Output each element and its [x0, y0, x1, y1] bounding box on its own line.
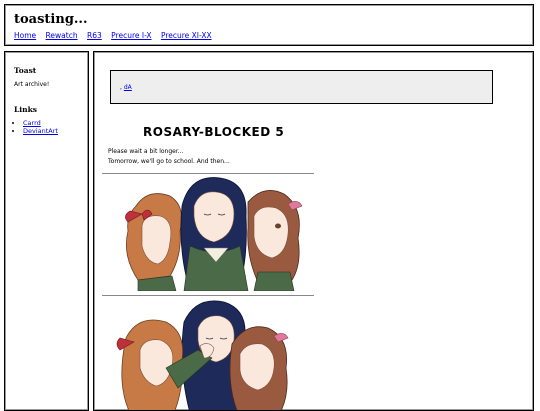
nav-precure-1-10-link[interactable]: Precure I-X [111, 31, 151, 40]
sidebar: Toast Art archive! Links Carrd DeviantAr… [4, 51, 89, 411]
nav-rewatch-link[interactable]: Rewatch [46, 31, 78, 40]
list-item: Carrd [23, 119, 58, 127]
comic-caption-line2: Tomorrow, we'll go to school. And then..… [108, 158, 230, 165]
deviantart-link[interactable]: DeviantArt [23, 127, 58, 135]
info-box: , dA [110, 70, 493, 104]
girl-right-illustration [229, 326, 289, 410]
girl-left-illustration [125, 193, 183, 291]
comic-panel-2 [116, 300, 289, 410]
main-nav: Home Rewatch R63 Precure I-X Precure XI-… [14, 31, 219, 40]
panel-divider [102, 295, 314, 296]
comic-panel-1 [125, 177, 303, 291]
nav-r63-link[interactable]: R63 [87, 31, 102, 40]
sidebar-description: Art archive! [14, 81, 50, 88]
girl-right-illustration [247, 190, 303, 291]
da-link[interactable]: dA [124, 84, 132, 91]
girl-middle-illustration [180, 177, 249, 291]
comic-caption-line1: Please wait a bit longer... [108, 148, 184, 155]
main-content: , dA ROSARY-BLOCKED 5 Please wait a bit … [93, 51, 534, 411]
site-header: toasting... Home Rewatch R63 Precure I-X… [4, 4, 534, 46]
sidebar-title-links: Links [14, 105, 37, 114]
nav-precure-11-20-link[interactable]: Precure XI-XX [161, 31, 212, 40]
comic-title: ROSARY-BLOCKED 5 [143, 125, 285, 139]
carrd-link[interactable]: Carrd [23, 119, 41, 127]
panel-divider [102, 173, 314, 174]
sidebar-title-toast: Toast [14, 66, 37, 75]
site-title: toasting... [14, 12, 88, 27]
sidebar-link-list: Carrd DeviantArt [14, 119, 58, 135]
nav-home-link[interactable]: Home [14, 31, 36, 40]
list-item: DeviantArt [23, 127, 58, 135]
